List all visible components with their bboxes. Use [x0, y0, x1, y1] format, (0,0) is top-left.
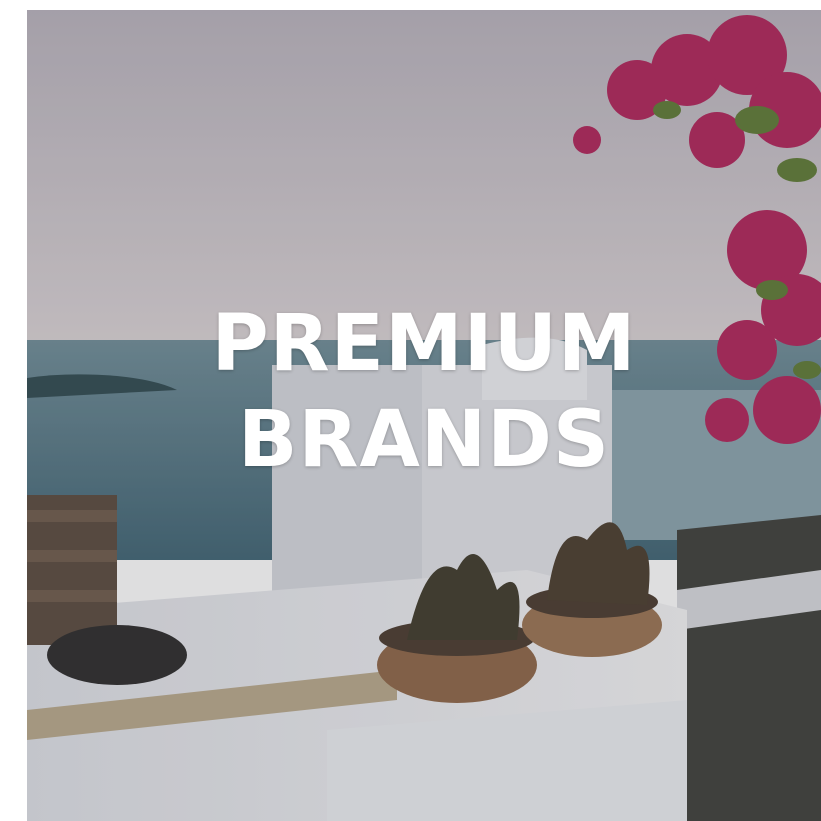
headline-line-1: PREMIUM	[211, 299, 637, 389]
headline: PREMIUM BRANDS	[27, 296, 821, 488]
promo-tile[interactable]: PREMIUM BRANDS	[0, 0, 821, 821]
background-photo: PREMIUM BRANDS	[27, 10, 821, 821]
headline-line-2: BRANDS	[237, 395, 611, 485]
